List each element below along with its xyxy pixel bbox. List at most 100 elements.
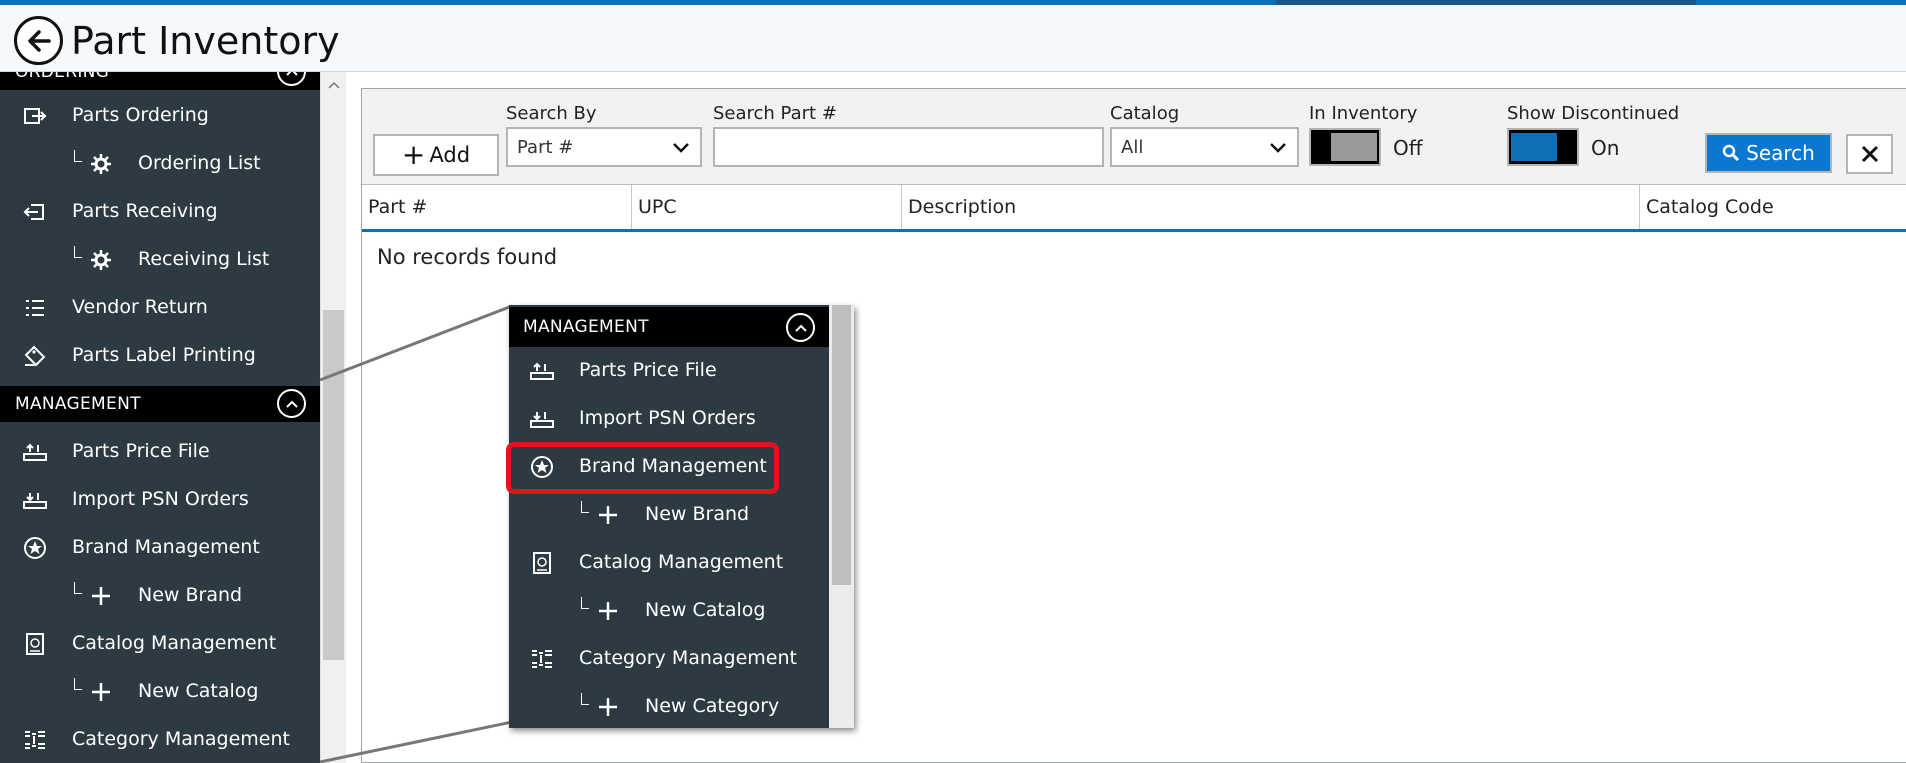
- section-title: ORDERING: [15, 72, 110, 82]
- column-header-description[interactable]: Description: [902, 185, 1640, 229]
- toolbar: + Add Search By Part # Search Part # Cat…: [362, 89, 1906, 185]
- in-inventory-toggle[interactable]: [1309, 128, 1381, 166]
- sidebar-item-parts-price-file[interactable]: Parts Price File: [0, 428, 320, 476]
- brand-icon: [22, 536, 48, 560]
- search-by-select[interactable]: Part #: [506, 127, 702, 167]
- section-title: MANAGEMENT: [15, 394, 141, 414]
- sidebar-item-label: New Brand: [138, 584, 243, 606]
- column-header-part[interactable]: Part #: [362, 185, 632, 229]
- sidebar-item-label: Parts Ordering: [72, 104, 209, 126]
- plus-icon: +: [401, 138, 426, 171]
- plus-icon: [595, 599, 621, 623]
- sidebar-item-new-brand[interactable]: New Brand: [0, 572, 320, 620]
- search-part-input[interactable]: [713, 127, 1104, 167]
- label-icon: [22, 344, 48, 368]
- sidebar-item-parts-label-printing[interactable]: Parts Label Printing: [0, 332, 320, 380]
- collapse-icon[interactable]: [277, 72, 306, 86]
- category-icon: [22, 728, 48, 752]
- sidebar-item-catalog-management[interactable]: Catalog Management: [0, 620, 320, 668]
- sidebar-item-label: New Catalog: [138, 680, 259, 702]
- sidebar: ORDERING Parts Ordering Ordering List Pa…: [0, 72, 320, 763]
- price-file-icon: [529, 359, 555, 383]
- arrow-left-icon: [27, 29, 51, 52]
- plus-icon: [88, 584, 114, 608]
- sidebar-item-brand-management[interactable]: Brand Management: [0, 524, 320, 572]
- chevron-down-icon: [1269, 139, 1287, 160]
- callout-item-label: New Category: [645, 695, 780, 717]
- sidebar-section-management[interactable]: MANAGEMENT: [0, 386, 320, 422]
- search-button[interactable]: Search: [1705, 133, 1832, 173]
- search-icon: [1722, 144, 1740, 162]
- chevron-down-icon: [672, 139, 690, 160]
- sidebar-item-parts-ordering[interactable]: Parts Ordering: [0, 92, 320, 140]
- show-discontinued-label: Show Discontinued: [1507, 103, 1680, 124]
- callout-item-label: Catalog Management: [579, 551, 784, 573]
- sidebar-item-label: Category Management: [72, 728, 290, 750]
- plus-icon: [595, 695, 621, 719]
- list-icon: [22, 296, 48, 320]
- callout-item-parts-price-file: Parts Price File: [509, 347, 829, 395]
- section-title: MANAGEMENT: [523, 317, 649, 337]
- table-header: Part # UPC Description Catalog Code: [362, 185, 1906, 232]
- sidebar-item-label: Parts Price File: [72, 440, 210, 462]
- search-part-label: Search Part #: [713, 103, 837, 124]
- catalog-icon: [529, 551, 555, 575]
- sidebar-item-label: Receiving List: [138, 248, 270, 270]
- add-button[interactable]: + Add: [373, 134, 499, 176]
- callout-item-label: Import PSN Orders: [579, 407, 756, 429]
- callout-item-catalog-management: Catalog Management: [509, 539, 829, 587]
- catalog-icon: [22, 632, 48, 656]
- callout-item-new-catalog: New Catalog: [509, 587, 829, 635]
- sidebar-scrollbar[interactable]: [320, 72, 346, 763]
- sidebar-item-parts-receiving[interactable]: Parts Receiving: [0, 188, 320, 236]
- sidebar-item-label: Parts Label Printing: [72, 344, 256, 366]
- sidebar-item-new-catalog[interactable]: New Catalog: [0, 668, 320, 716]
- sidebar-item-vendor-return[interactable]: Vendor Return: [0, 284, 320, 332]
- sidebar-item-label: Ordering List: [138, 152, 261, 174]
- collapse-icon[interactable]: [277, 389, 306, 418]
- sidebar-item-import-psn-orders[interactable]: Import PSN Orders: [0, 476, 320, 524]
- callout-item-label: Category Management: [579, 647, 797, 669]
- callout-item-label: New Brand: [645, 503, 750, 525]
- callout-item-category-management: Category Management: [509, 635, 829, 683]
- sidebar-item-label: Parts Receiving: [72, 200, 218, 222]
- import-icon: [529, 407, 555, 431]
- callout-item-new-brand: New Brand: [509, 491, 829, 539]
- sidebar-item-label: Brand Management: [72, 536, 260, 558]
- price-file-icon: [22, 440, 48, 464]
- callout-item-label: Parts Price File: [579, 359, 717, 381]
- callout-item-import-psn-orders: Import PSN Orders: [509, 395, 829, 443]
- sidebar-item-receiving-list[interactable]: Receiving List: [0, 236, 320, 284]
- parts-receiving-icon: [22, 200, 48, 224]
- in-inventory-state: Off: [1393, 136, 1423, 160]
- gear-icon: [88, 248, 114, 272]
- page-header: Part Inventory: [0, 5, 1906, 72]
- column-header-catalog-code[interactable]: Catalog Code: [1640, 185, 1906, 229]
- category-icon: [529, 647, 555, 671]
- sidebar-item-label: Vendor Return: [72, 296, 208, 318]
- sidebar-section-ordering[interactable]: ORDERING: [0, 72, 320, 90]
- clear-button[interactable]: [1846, 134, 1893, 174]
- zoom-callout: MANAGEMENT Parts Price File Import PSN O…: [509, 305, 854, 728]
- sidebar-item-category-management[interactable]: Category Management: [0, 716, 320, 763]
- sidebar-item-ordering-list[interactable]: Ordering List: [0, 140, 320, 188]
- show-discontinued-toggle[interactable]: [1507, 128, 1579, 166]
- plus-icon: [595, 503, 621, 527]
- callout-section-management: MANAGEMENT: [509, 307, 829, 347]
- callout-item-new-category: New Category: [509, 683, 829, 728]
- catalog-value: All: [1121, 136, 1144, 158]
- page-title: Part Inventory: [71, 19, 340, 63]
- search-by-value: Part #: [517, 136, 574, 158]
- sidebar-item-label: Catalog Management: [72, 632, 277, 654]
- scrollbar-thumb[interactable]: [323, 310, 344, 660]
- catalog-select[interactable]: All: [1110, 127, 1299, 167]
- search-by-label: Search By: [506, 103, 597, 124]
- close-icon: [1861, 145, 1878, 163]
- chevron-up-icon[interactable]: [328, 78, 340, 92]
- import-icon: [22, 488, 48, 512]
- scrollbar-thumb: [832, 305, 851, 585]
- sidebar-item-label: Import PSN Orders: [72, 488, 249, 510]
- back-button[interactable]: [14, 16, 63, 65]
- column-header-upc[interactable]: UPC: [632, 185, 902, 229]
- in-inventory-label: In Inventory: [1309, 103, 1418, 124]
